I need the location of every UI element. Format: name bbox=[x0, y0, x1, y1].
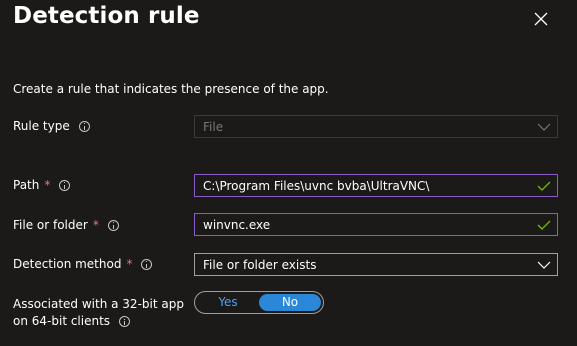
close-icon bbox=[534, 12, 548, 26]
close-button[interactable] bbox=[530, 8, 552, 30]
file-or-folder-label-text: File or folder bbox=[13, 218, 88, 232]
checkmark-icon bbox=[537, 220, 551, 230]
required-asterisk: * bbox=[92, 218, 99, 232]
associated-32bit-label-line2: on 64-bit clients bbox=[13, 314, 111, 328]
page-title: Detection rule bbox=[13, 3, 200, 29]
detection-method-label: Detection method * bbox=[13, 257, 153, 271]
rule-type-select: File bbox=[194, 115, 558, 138]
chevron-down-icon bbox=[537, 261, 551, 269]
path-input[interactable]: C:\Program Files\uvnc bvba\UltraVNC\ bbox=[194, 174, 558, 197]
rule-type-value: File bbox=[203, 119, 224, 134]
associated-32bit-label-line2-row: on 64-bit clients bbox=[13, 313, 184, 330]
path-value: C:\Program Files\uvnc bvba\UltraVNC\ bbox=[203, 178, 430, 193]
rule-type-label: Rule type bbox=[13, 119, 90, 133]
info-icon[interactable] bbox=[141, 258, 153, 270]
detection-method-label-text: Detection method bbox=[13, 257, 122, 271]
path-label: Path * bbox=[13, 178, 71, 192]
associated-32bit-label: Associated with a 32-bit app on 64-bit c… bbox=[13, 296, 184, 330]
info-icon[interactable] bbox=[59, 179, 71, 191]
info-icon[interactable] bbox=[107, 219, 119, 231]
chevron-down-icon bbox=[537, 123, 551, 131]
info-icon[interactable] bbox=[119, 316, 131, 327]
toggle-option-yes[interactable]: Yes bbox=[197, 294, 259, 311]
info-icon[interactable] bbox=[78, 120, 90, 132]
file-or-folder-input[interactable]: winvnc.exe bbox=[194, 213, 558, 236]
toggle-option-no[interactable]: No bbox=[259, 294, 321, 311]
associated-32bit-toggle[interactable]: Yes No bbox=[194, 291, 324, 314]
file-or-folder-label: File or folder * bbox=[13, 218, 119, 232]
checkmark-icon bbox=[537, 181, 551, 191]
required-asterisk: * bbox=[44, 178, 51, 192]
rule-type-label-text: Rule type bbox=[13, 119, 70, 133]
required-asterisk: * bbox=[126, 257, 133, 271]
detection-method-value: File or folder exists bbox=[203, 257, 317, 272]
path-label-text: Path bbox=[13, 178, 40, 192]
associated-32bit-label-line1: Associated with a 32-bit app bbox=[13, 297, 184, 311]
detection-method-select[interactable]: File or folder exists bbox=[194, 253, 558, 276]
description-text: Create a rule that indicates the presenc… bbox=[13, 82, 329, 96]
file-or-folder-value: winvnc.exe bbox=[203, 217, 271, 232]
